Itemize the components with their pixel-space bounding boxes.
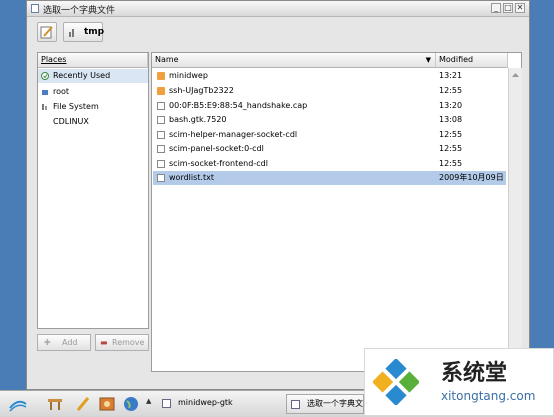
title-bar[interactable]: 选取一个字典文件 _ □ ✕ [27,1,529,17]
places-item-cdlinux[interactable]: CDLINUX [38,115,148,129]
column-name-label: Name [155,55,179,64]
image-viewer-icon[interactable] [98,395,116,413]
add-bookmark-button[interactable]: ✚ Add [37,334,91,351]
file-row[interactable]: scim-panel-socket:0-cdl 12:55 [153,142,506,156]
close-button[interactable]: ✕ [515,3,525,13]
file-name: scim-socket-frontend-cdl [169,159,268,168]
places-item-label: Recently Used [53,71,111,80]
file-name: scim-panel-socket:0-cdl [169,144,264,153]
window-icon [31,4,39,13]
sort-arrow-icon: ▼ [425,56,431,64]
places-header-label: Places [41,55,67,64]
desktop-icon[interactable] [46,395,64,413]
recent-icon [41,72,49,80]
remove-label: Remove [112,338,145,347]
file-name: minidwep [169,71,208,80]
places-pane: Places Recently Used root File System CD… [37,52,149,329]
task-file-chooser[interactable]: 选取一个字典文 [286,394,364,414]
add-label: Add [62,338,78,347]
remove-icon: ▬ [100,338,108,347]
file-list-pane: Name ▼ Modified minidwep 13:21 ssh-UJagT… [151,52,522,372]
file-row[interactable]: 00:0F:B5:E9:88:54_handshake.cap 13:20 [153,99,506,113]
window-icon [291,400,300,409]
folder-icon [157,87,165,95]
file-icon [157,160,165,168]
file-icon [157,116,165,124]
task-minidwep-gtk[interactable]: minidwep-gtk [158,394,280,414]
add-icon: ✚ [44,338,51,347]
file-modified: 13:20 [439,101,463,110]
file-name: wordlist.txt [169,173,214,182]
window-icon [162,399,171,408]
places-item-label: root [53,87,70,96]
file-icon [157,174,165,182]
drive-icon [42,104,47,110]
file-modified: 12:55 [439,144,463,153]
file-row[interactable]: ssh-UJagTb2322 12:55 [153,84,506,98]
home-icon [42,90,48,95]
type-location-button[interactable] [37,22,57,42]
column-header-modified[interactable]: Modified [436,53,508,68]
pencil-icon[interactable] [74,395,92,413]
minimize-button[interactable]: _ [491,3,501,13]
task-label: 选取一个字典文 [307,399,363,408]
watermark-logo: 系统堂 xitongtang.com [364,348,554,416]
watermark-url: xitongtang.com [441,389,536,403]
file-modified: 13:21 [439,71,463,80]
scroll-up-icon[interactable] [509,70,522,80]
file-name: scim-helper-manager-socket-cdl [169,130,298,139]
places-item-recently-used[interactable]: Recently Used [38,69,148,83]
places-header[interactable]: Places [38,53,148,68]
show-more-icon[interactable]: ▲ [146,397,151,405]
file-chooser-dialog: 选取一个字典文件 _ □ ✕ tmp Places Recently Used [26,0,530,390]
file-modified: 2009年10月09日 [439,173,504,182]
file-icon [157,145,165,153]
column-header-name[interactable]: Name ▼ [152,53,436,68]
file-row[interactable]: scim-helper-manager-socket-cdl 12:55 [153,128,506,142]
column-modified-label: Modified [439,55,474,64]
edit-icon [40,26,53,39]
window-title: 选取一个字典文件 [43,6,116,16]
windows-logo-icon [373,359,419,405]
folder-icon [157,72,165,80]
file-name: 00:0F:B5:E9:88:54_handshake.cap [169,101,308,110]
path-icon [69,29,74,37]
places-item-label: File System [53,102,99,111]
browser-globe-icon[interactable] [122,395,140,413]
file-row[interactable]: bash.gtk.7520 13:08 [153,113,506,127]
file-modified: 12:55 [439,86,463,95]
places-item-file-system[interactable]: File System [38,100,148,114]
path-button-tmp[interactable]: tmp [63,22,105,42]
file-icon [157,102,165,110]
path-button-label: tmp [84,27,105,37]
vertical-scrollbar[interactable] [508,68,522,371]
file-modified: 13:08 [439,115,463,124]
watermark-brand: 系统堂 [441,361,508,386]
file-modified: 12:55 [439,130,463,139]
file-row[interactable]: minidwep 13:21 [153,69,506,83]
file-modified: 12:55 [439,159,463,168]
file-row[interactable]: scim-socket-frontend-cdl 12:55 [153,157,506,171]
task-label: minidwep-gtk [178,398,233,407]
file-name: ssh-UJagTb2322 [169,86,234,95]
remove-bookmark-button[interactable]: ▬ Remove [95,334,149,351]
file-icon [157,131,165,139]
places-item-label: CDLINUX [53,117,89,126]
maximize-button[interactable]: □ [503,3,513,13]
file-row-selected[interactable]: wordlist.txt 2009年10月09日 [153,171,506,185]
file-name: bash.gtk.7520 [169,115,227,124]
places-item-root[interactable]: root [38,85,148,99]
start-menu-icon[interactable] [8,394,28,414]
